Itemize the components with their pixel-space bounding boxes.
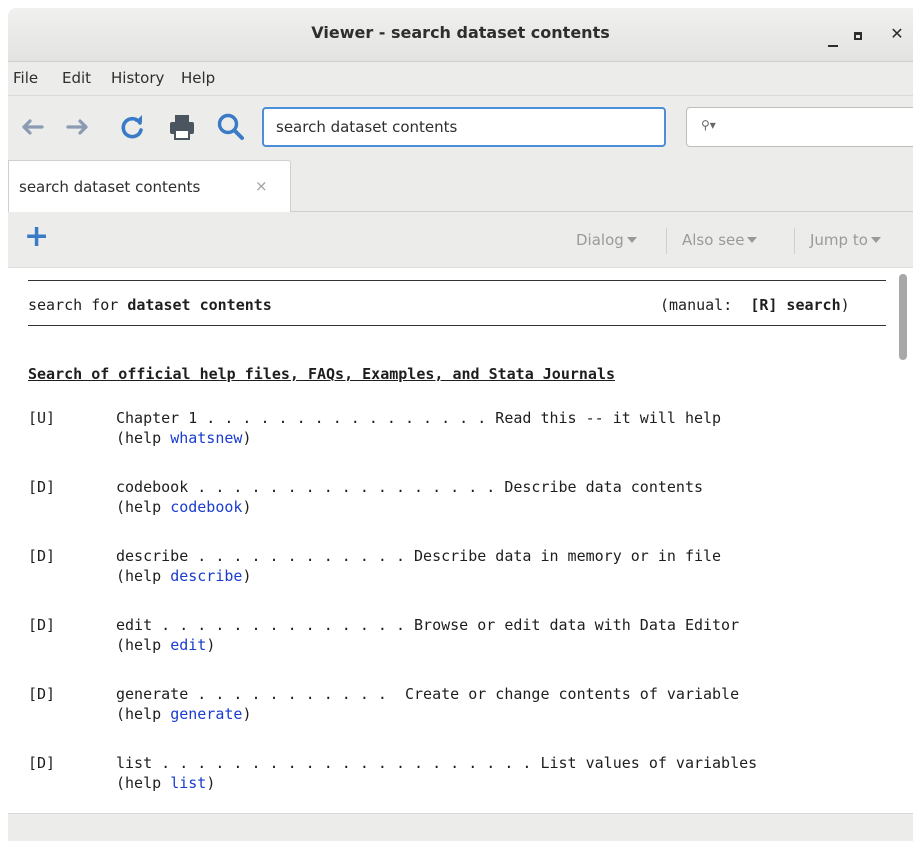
separator (794, 228, 795, 254)
back-button[interactable] (16, 111, 48, 143)
tab-strip: search dataset contents × (8, 158, 913, 213)
help-link[interactable]: describe (170, 567, 242, 585)
print-icon (170, 115, 194, 140)
status-bar (8, 813, 913, 841)
entry-help: (help codebook) (116, 498, 252, 516)
arrow-right-icon (66, 119, 88, 135)
tab-search-dataset-contents[interactable]: search dataset contents × (8, 160, 291, 213)
top-rule (28, 280, 886, 281)
caret-down-icon (626, 237, 637, 243)
entry-line: codebook . . . . . . . . . . . . . . . .… (116, 478, 703, 496)
scroll-thumb[interactable] (899, 274, 907, 360)
entry-line: describe . . . . . . . . . . . . Describ… (116, 547, 722, 565)
refresh-icon (121, 115, 143, 139)
new-tab-plus-icon[interactable]: + (24, 222, 49, 252)
separator (666, 228, 667, 254)
results-heading: Search of official help files, FAQs, Exa… (28, 365, 615, 383)
help-link[interactable]: whatsnew (170, 429, 242, 447)
entry-line: edit . . . . . . . . . . . . . . Browse … (116, 616, 740, 634)
viewer-window: Viewer - search dataset contents ✕ File … (0, 0, 913, 841)
minimize-icon (828, 45, 838, 47)
viewer-content: search for dataset contents (manual: [R]… (8, 268, 894, 813)
tab-close-icon[interactable]: × (255, 177, 268, 195)
arrow-left-icon (22, 119, 44, 135)
find-input[interactable]: ⚲▾ (686, 107, 913, 147)
entry-help: (help edit) (116, 636, 216, 654)
entry-help: (help generate) (116, 705, 252, 723)
search-button[interactable] (215, 111, 247, 143)
menu-bar: File Edit History Help (8, 62, 913, 96)
entry-help: (help list) (116, 774, 216, 792)
help-link[interactable]: generate (170, 705, 242, 723)
help-link[interactable]: list (170, 774, 206, 792)
find-search-icon: ⚲▾ (701, 118, 716, 132)
dialog-menu[interactable]: Dialog (576, 231, 637, 249)
also-see-menu[interactable]: Also see (682, 231, 758, 249)
entry-help: (help whatsnew) (116, 429, 252, 447)
toolbar: ⚲▾ (8, 96, 913, 158)
entry-tag: [D] (28, 478, 56, 496)
also-see-menu-label: Also see (682, 231, 745, 249)
window-title: Viewer - search dataset contents (311, 23, 610, 42)
manual-reference: (manual: [R] search) (660, 296, 850, 314)
jump-to-menu[interactable]: Jump to (810, 231, 881, 249)
menu-help[interactable]: Help (181, 69, 215, 87)
maximize-icon (854, 32, 862, 40)
entry-tag: [D] (28, 547, 56, 565)
entry-tag: [D] (28, 685, 56, 703)
help-link[interactable]: codebook (170, 498, 242, 516)
close-icon: ✕ (890, 24, 904, 43)
print-button[interactable] (166, 111, 198, 143)
header-rule (28, 325, 886, 326)
entry-tag: [D] (28, 754, 56, 772)
manual-link[interactable]: [R] search (750, 296, 840, 314)
caret-down-icon (747, 237, 758, 243)
dialog-menu-label: Dialog (576, 231, 624, 249)
vertical-scrollbar[interactable] (894, 268, 913, 813)
forward-button[interactable] (62, 111, 94, 143)
entry-help: (help describe) (116, 567, 252, 585)
jump-to-menu-label: Jump to (810, 231, 868, 249)
entry-tag: [D] (28, 616, 56, 634)
menu-edit[interactable]: Edit (62, 69, 91, 87)
search-command-input[interactable] (262, 107, 666, 147)
search-icon (217, 113, 244, 140)
refresh-button[interactable] (116, 111, 148, 143)
title-bar: Viewer - search dataset contents ✕ (8, 8, 913, 62)
entry-line: Chapter 1 . . . . . . . . . . . . . . . … (116, 409, 722, 427)
tab-label: search dataset contents (19, 178, 201, 196)
minimize-button[interactable] (821, 22, 845, 47)
maximize-button[interactable] (846, 22, 870, 46)
entry-tag: [U] (28, 409, 56, 427)
caret-down-icon (870, 237, 881, 243)
search-term: dataset contents (127, 296, 272, 314)
menu-file[interactable]: File (13, 69, 38, 87)
entry-line: list . . . . . . . . . . . . . . . . . .… (116, 754, 758, 772)
help-link[interactable]: edit (170, 636, 206, 654)
viewer-toolbar: + Dialog Also see Jump to (8, 212, 913, 268)
search-header: search for dataset contents (28, 296, 272, 314)
menu-history[interactable]: History (111, 69, 164, 87)
close-window-button[interactable]: ✕ (885, 22, 909, 46)
entry-line: generate . . . . . . . . . . . Create or… (116, 685, 740, 703)
